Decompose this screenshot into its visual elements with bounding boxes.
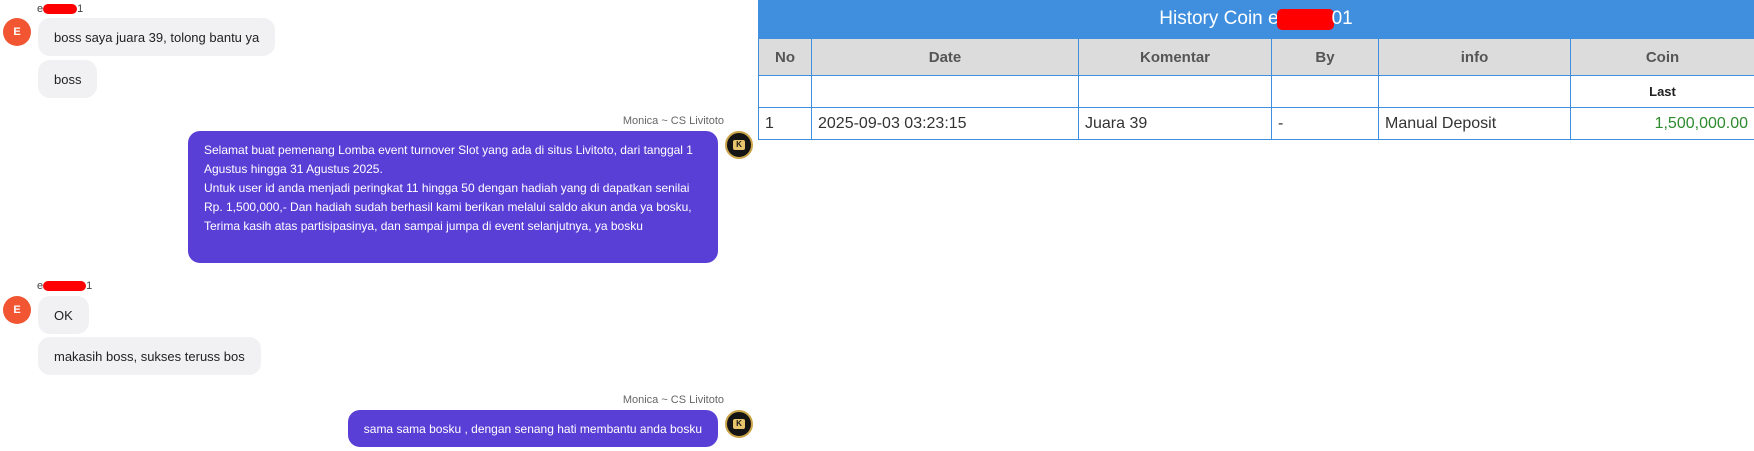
agent-logo-letter: K [733,140,745,150]
agent-name: Monica ~ CS Livitoto [622,394,724,406]
history-title: History Coin e 01 [758,0,1754,38]
user-message-bubble: boss saya juara 39, tolong bantu ya [38,18,276,56]
column-header-info: info [1378,38,1571,76]
empty-cell [758,75,812,108]
user-message-bubble: boss [38,60,98,98]
message-text: boss saya juara 39, tolong bantu ya [54,29,260,45]
redaction-mark [1276,8,1334,30]
user-avatar-letter: E [13,304,21,316]
empty-cell [1078,75,1272,108]
column-header-date: Date [811,38,1079,76]
redaction-mark [43,281,87,292]
cell-by: - [1271,107,1379,140]
user-avatar: E [3,18,31,46]
cell-date: 2025-09-03 03:23:15 [811,107,1079,140]
redaction-mark [43,4,78,15]
history-coin-panel: History Coin e 01 No Date Komentar By inf… [758,0,1754,140]
empty-cell [811,75,1079,108]
user-name: e1 [37,3,83,15]
column-header-komentar: Komentar [1078,38,1272,76]
agent-logo-icon: K [725,410,753,438]
message-text: boss [54,71,82,87]
table-header-row: No Date Komentar By info Coin [758,38,1754,76]
agent-logo-icon: K [725,131,753,159]
agent-message-bubble: sama sama bosku , dengan senang hati mem… [347,410,718,447]
column-header-coin: Coin [1570,38,1754,76]
cell-no: 1 [758,107,812,140]
column-header-by: By [1271,38,1379,76]
empty-cell [1271,75,1379,108]
cell-coin: 1,500,000.00 [1570,107,1754,140]
agent-message-bubble: Selamat buat pemenang Lomba event turnov… [188,131,718,263]
chat-panel: e1 E boss saya juara 39, tolong bantu ya… [0,0,760,451]
user-name-end: 1 [86,280,93,292]
table-row: 1 2025-09-03 03:23:15 Juara 39 - Manual … [758,107,1754,140]
history-title-prefix: History Coin e [1159,8,1279,29]
history-table: No Date Komentar By info Coin Last 1 202… [758,38,1754,140]
message-text: Selamat buat pemenang Lomba event turnov… [204,143,693,176]
cell-info: Manual Deposit [1378,107,1571,140]
message-text: sama sama bosku , dengan senang hati mem… [363,421,702,436]
last-label: Last [1570,75,1754,108]
column-header-no: No [758,38,812,76]
user-avatar: E [3,296,31,324]
user-message-bubble: OK [38,296,89,334]
agent-name: Monica ~ CS Livitoto [622,115,724,127]
message-text: makasih boss, sukses teruss bos [54,348,245,364]
user-avatar-letter: E [13,26,21,38]
history-title-suffix: 01 [1331,8,1353,29]
user-message-bubble: makasih boss, sukses teruss bos [38,337,261,375]
empty-cell [1378,75,1571,108]
last-row: Last [758,75,1754,108]
user-name: e1 [37,280,92,292]
user-name-end: 1 [77,3,84,15]
cell-komentar: Juara 39 [1078,107,1272,140]
message-text: Untuk user id anda menjadi peringkat 11 … [204,181,692,233]
message-text: OK [54,307,73,323]
agent-logo-letter: K [733,419,745,429]
